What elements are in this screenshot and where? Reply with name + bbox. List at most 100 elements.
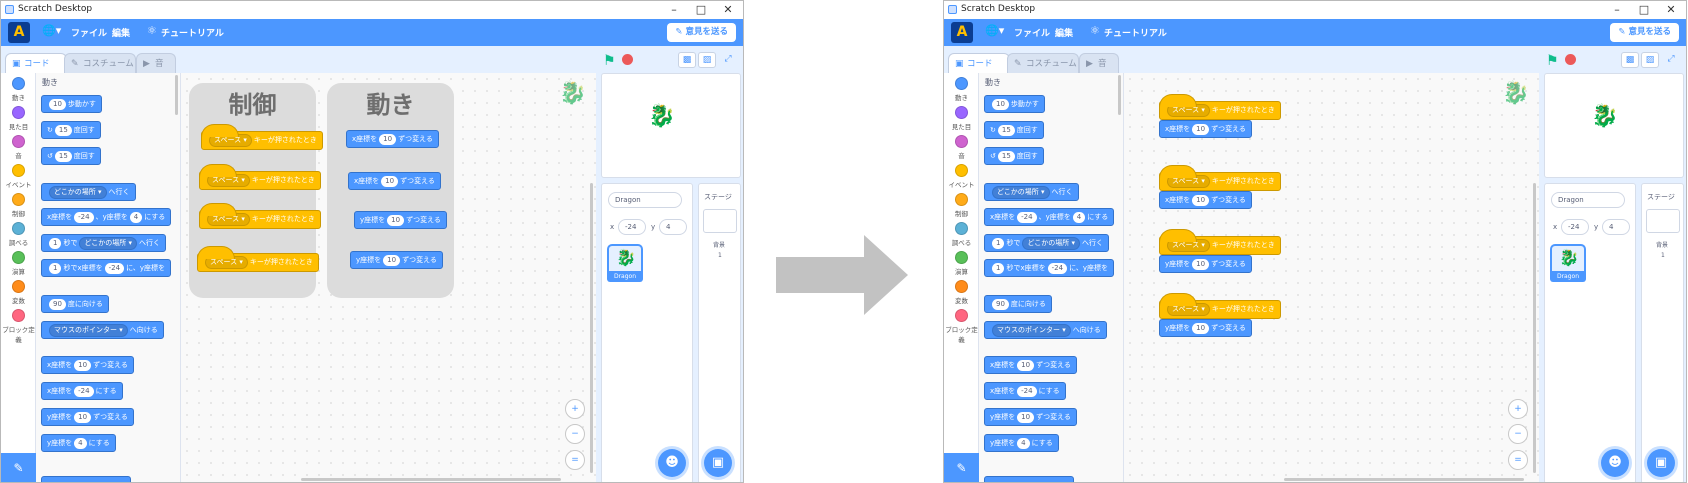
block-input[interactable]: 10 [49, 98, 66, 110]
glide-xy-block[interactable]: 1 秒でx座標を -24 に、y座標を [41, 259, 171, 277]
category-sound[interactable]: 音 [1, 135, 36, 160]
menu-tutorial[interactable]: チュートリアル [161, 26, 224, 39]
change-y-block[interactable]: y座標を 10 ずつ変える [1159, 319, 1252, 337]
fullscreen-icon[interactable]: ⤢ [719, 52, 737, 68]
block-input[interactable]: 15 [997, 150, 1015, 162]
block-input[interactable]: 10 [1017, 359, 1035, 371]
glide-block[interactable]: 1 秒で どこかの場所 ▾ へ行く [41, 234, 167, 252]
dragon-sprite-icon[interactable]: 🐉 [1591, 104, 1618, 129]
stage-canvas[interactable]: 🐉 [1544, 73, 1684, 178]
category-operators[interactable]: 演算 [944, 251, 979, 276]
block-input[interactable]: 10 [74, 411, 92, 423]
category-control[interactable]: 制御 [944, 193, 979, 218]
block-dropdown[interactable]: どこかの場所 ▾ [1022, 236, 1081, 250]
category-sensing[interactable]: 調べる [1, 222, 36, 247]
category-looks[interactable]: 見た目 [944, 106, 979, 131]
set-x-block[interactable]: x座標を -24 にする [41, 382, 123, 400]
menu-edit[interactable]: 編集 [1055, 26, 1073, 39]
block-dropdown[interactable]: どこかの場所 ▾ [49, 185, 107, 199]
goto-block[interactable]: どこかの場所 ▾ へ行く [41, 183, 136, 201]
block-input[interactable]: 4 [1072, 211, 1086, 223]
y-field[interactable]: 4 [1602, 219, 1630, 235]
block-input[interactable]: 15 [54, 124, 72, 136]
category-variables[interactable]: 変数 [1, 280, 36, 305]
maximize-icon[interactable]: □ [1631, 2, 1657, 18]
block-input[interactable]: -24 [1047, 262, 1068, 274]
workspace-hscrollbar[interactable] [1284, 478, 1524, 481]
block-input[interactable]: 10 [1192, 123, 1210, 135]
change-x-block[interactable]: x座標を 10 ずつ変える [984, 356, 1077, 374]
block-input[interactable]: 1 [49, 262, 62, 274]
tab-code[interactable]: ▣ コード [948, 53, 1010, 74]
block-input[interactable]: 10 [1017, 411, 1035, 423]
set-x-block[interactable]: x座標を -24 にする [984, 382, 1066, 400]
scratch-logo[interactable]: A [951, 22, 973, 43]
turn-left-block[interactable]: ↺ 15 度回す [41, 147, 101, 165]
zoom-reset-icon[interactable]: = [565, 450, 585, 470]
stage-thumbnail[interactable] [703, 209, 737, 233]
category-myblocks[interactable]: ブロック定義 [1, 309, 36, 344]
block-dropdown[interactable]: どこかの場所 ▾ [992, 185, 1050, 199]
small-stage-icon[interactable]: ▩ [1621, 52, 1639, 68]
scratch-logo[interactable]: A [8, 22, 30, 43]
block-dropdown[interactable]: マウスのポインター ▾ [992, 323, 1071, 337]
palette-scrollbar[interactable] [1118, 75, 1121, 115]
block-input[interactable]: 10 [379, 133, 397, 145]
menu-edit[interactable]: 編集 [112, 26, 130, 39]
change-x-block[interactable]: x座標を 10 ずつ変える [1159, 120, 1252, 138]
change-y-block[interactable]: y座標を 10 ずつ変える [41, 408, 134, 426]
change-x-block[interactable]: x座標を 10 ずつ変える [1159, 191, 1252, 209]
when-key-pressed-block[interactable]: スペース ▾ キーが押されたとき [199, 164, 321, 190]
stop-icon[interactable] [1565, 54, 1576, 65]
workspace-vscrollbar[interactable] [1533, 183, 1536, 473]
large-stage-icon[interactable]: ▨ [1641, 52, 1659, 68]
glide-xy-block[interactable]: 1 秒でx座標を -24 に、y座標を [984, 259, 1114, 277]
feedback-button[interactable]: ✎ 意見を送る [667, 23, 736, 42]
block-input[interactable]: 10 [74, 359, 92, 371]
set-y-block[interactable]: y座標を 4 にする [41, 434, 116, 452]
menu-file[interactable]: ファイル [71, 26, 107, 39]
block-input[interactable]: 1 [49, 237, 62, 249]
block-input[interactable]: -24 [74, 211, 94, 223]
turn-right-block[interactable]: ↻ 15 度回す [41, 121, 101, 139]
category-operators[interactable]: 演算 [1, 251, 36, 276]
block-dropdown[interactable]: マウスのポインター ▾ [49, 323, 128, 337]
add-extension-button[interactable]: ✎ [1, 453, 36, 482]
when-key-pressed-block[interactable]: スペース ▾ キーが押されたとき [1159, 165, 1281, 191]
block-input[interactable]: 1 [992, 237, 1005, 249]
minimize-icon[interactable]: – [661, 2, 687, 18]
category-motion[interactable]: 動き [1, 77, 36, 102]
x-field[interactable]: -24 [618, 219, 646, 235]
when-key-pressed-block[interactable]: スペース ▾ キーが押されたとき [199, 203, 321, 229]
move-steps-block[interactable]: 10 歩動かす [41, 95, 102, 113]
set-y-block[interactable]: y座標を 4 にする [984, 434, 1059, 452]
block-input[interactable]: 4 [74, 437, 87, 449]
when-key-pressed-block[interactable]: スペース ▾ キーが押されたとき [1159, 229, 1281, 255]
stage-canvas[interactable]: 🐉 [601, 73, 741, 178]
turn-right-block[interactable]: ↻ 15 度回す [984, 121, 1044, 139]
zoom-out-icon[interactable]: − [565, 424, 585, 444]
zoom-in-icon[interactable]: + [1508, 399, 1528, 419]
zoom-out-icon[interactable]: − [1508, 424, 1528, 444]
zoom-reset-icon[interactable]: = [1508, 450, 1528, 470]
glide-block[interactable]: 1 秒で どこかの場所 ▾ へ行く [984, 234, 1110, 252]
choose-backdrop-button[interactable]: ▣ [1647, 449, 1675, 477]
category-motion[interactable]: 動き [944, 77, 979, 102]
close-icon[interactable]: ✕ [715, 2, 741, 18]
when-key-pressed-block[interactable]: スペース ▾ キーが押されたとき [197, 246, 319, 272]
key-dropdown[interactable]: スペース ▾ [209, 133, 252, 147]
key-dropdown[interactable]: スペース ▾ [207, 173, 250, 187]
fullscreen-icon[interactable]: ⤢ [1662, 52, 1680, 68]
goto-block[interactable]: どこかの場所 ▾ へ行く [984, 183, 1079, 201]
block-input[interactable]: -24 [74, 385, 94, 397]
block-input[interactable]: -24 [1017, 211, 1037, 223]
choose-backdrop-button[interactable]: ▣ [704, 449, 732, 477]
change-x-block[interactable]: x座標を 10 ずつ変える [348, 172, 441, 190]
sprite-name-field[interactable]: Dragon [1551, 192, 1625, 208]
stage-thumbnail[interactable] [1646, 209, 1680, 233]
key-dropdown[interactable]: スペース ▾ [207, 212, 250, 226]
change-y-block[interactable]: y座標を 10 ずつ変える [350, 251, 443, 269]
goto-xy-block[interactable]: x座標を -24 、y座標を 4 にする [984, 208, 1115, 226]
move-steps-block[interactable]: 10 歩動かす [984, 95, 1045, 113]
block-input[interactable]: -24 [1017, 385, 1037, 397]
